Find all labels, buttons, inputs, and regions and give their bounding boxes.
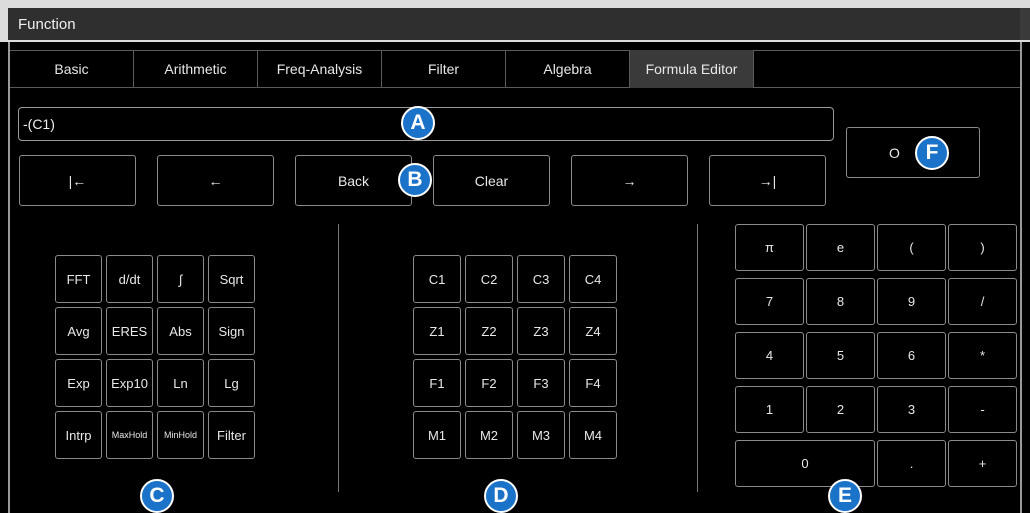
key-5-button[interactable]: 5 (806, 332, 875, 379)
key-6-button[interactable]: 6 (877, 332, 946, 379)
key-rparen-button[interactable]: ) (948, 224, 1017, 271)
source-m1-button[interactable]: M1 (413, 411, 461, 459)
move-right-button[interactable]: → (571, 155, 688, 206)
source-z1-button[interactable]: Z1 (413, 307, 461, 355)
key-8-button[interactable]: 8 (806, 278, 875, 325)
function-abs-button[interactable]: Abs (157, 307, 204, 355)
tab-formula-editor[interactable]: Formula Editor (630, 50, 754, 88)
clear-button[interactable]: Clear (433, 155, 550, 206)
source-m2-button[interactable]: M2 (465, 411, 513, 459)
key-multiply-button[interactable]: * (948, 332, 1017, 379)
source-f1-button[interactable]: F1 (413, 359, 461, 407)
function-avg-button[interactable]: Avg (55, 307, 102, 355)
key-4-button[interactable]: 4 (735, 332, 804, 379)
divider-left (338, 224, 339, 492)
source-c1-button[interactable]: C1 (413, 255, 461, 303)
marker-f: F (915, 136, 949, 170)
backspace-button[interactable]: Back (295, 155, 412, 206)
source-m4-button[interactable]: M4 (569, 411, 617, 459)
function-fft-button[interactable]: FFT (55, 255, 102, 303)
function-ddt-button[interactable]: d/dt (106, 255, 153, 303)
source-c2-button[interactable]: C2 (465, 255, 513, 303)
source-z3-button[interactable]: Z3 (517, 307, 565, 355)
function-lg-button[interactable]: Lg (208, 359, 255, 407)
source-f2-button[interactable]: F2 (465, 359, 513, 407)
title-bar (8, 8, 1020, 40)
source-f3-button[interactable]: F3 (517, 359, 565, 407)
function-minhold-button[interactable]: MinHold (157, 411, 204, 459)
source-c3-button[interactable]: C3 (517, 255, 565, 303)
function-integral-button[interactable]: ∫ (157, 255, 204, 303)
move-left-button[interactable]: ← (157, 155, 274, 206)
source-f4-button[interactable]: F4 (569, 359, 617, 407)
tab-algebra[interactable]: Algebra (506, 50, 630, 88)
source-z4-button[interactable]: Z4 (569, 307, 617, 355)
tab-basic[interactable]: Basic (10, 50, 134, 88)
marker-a: A (401, 106, 435, 140)
key-minus-button[interactable]: - (948, 386, 1017, 433)
function-sign-button[interactable]: Sign (208, 307, 255, 355)
move-end-button[interactable]: →| (709, 155, 826, 206)
key-divide-button[interactable]: / (948, 278, 1017, 325)
marker-e: E (828, 479, 862, 513)
title-bar-corner (1020, 8, 1030, 40)
function-exp10-button[interactable]: Exp10 (106, 359, 153, 407)
key-2-button[interactable]: 2 (806, 386, 875, 433)
key-1-button[interactable]: 1 (735, 386, 804, 433)
key-3-button[interactable]: 3 (877, 386, 946, 433)
source-c4-button[interactable]: C4 (569, 255, 617, 303)
source-z2-button[interactable]: Z2 (465, 307, 513, 355)
function-filter-button[interactable]: Filter (208, 411, 255, 459)
key-9-button[interactable]: 9 (877, 278, 946, 325)
tab-arithmetic[interactable]: Arithmetic (134, 50, 258, 88)
marker-c: C (140, 479, 174, 513)
ok-button-label: O (889, 144, 900, 161)
divider-right (697, 224, 698, 492)
marker-d: D (484, 479, 518, 513)
function-sqrt-button[interactable]: Sqrt (208, 255, 255, 303)
key-plus-button[interactable]: + (948, 440, 1017, 487)
key-0-button[interactable]: 0 (735, 440, 875, 487)
tab-freq-analysis[interactable]: Freq-Analysis (258, 50, 382, 88)
move-home-button[interactable]: |← (19, 155, 136, 206)
key-dot-button[interactable]: . (877, 440, 946, 487)
key-lparen-button[interactable]: ( (877, 224, 946, 271)
key-7-button[interactable]: 7 (735, 278, 804, 325)
key-e-button[interactable]: e (806, 224, 875, 271)
function-maxhold-button[interactable]: MaxHold (106, 411, 153, 459)
function-eres-button[interactable]: ERES (106, 307, 153, 355)
function-exp-button[interactable]: Exp (55, 359, 102, 407)
window-title: Function (18, 16, 76, 33)
tab-filter[interactable]: Filter (382, 50, 506, 88)
ok-button[interactable]: O (846, 127, 980, 178)
key-pi-button[interactable]: π (735, 224, 804, 271)
marker-b: B (398, 163, 432, 197)
source-m3-button[interactable]: M3 (517, 411, 565, 459)
function-ln-button[interactable]: Ln (157, 359, 204, 407)
function-intrp-button[interactable]: Intrp (55, 411, 102, 459)
